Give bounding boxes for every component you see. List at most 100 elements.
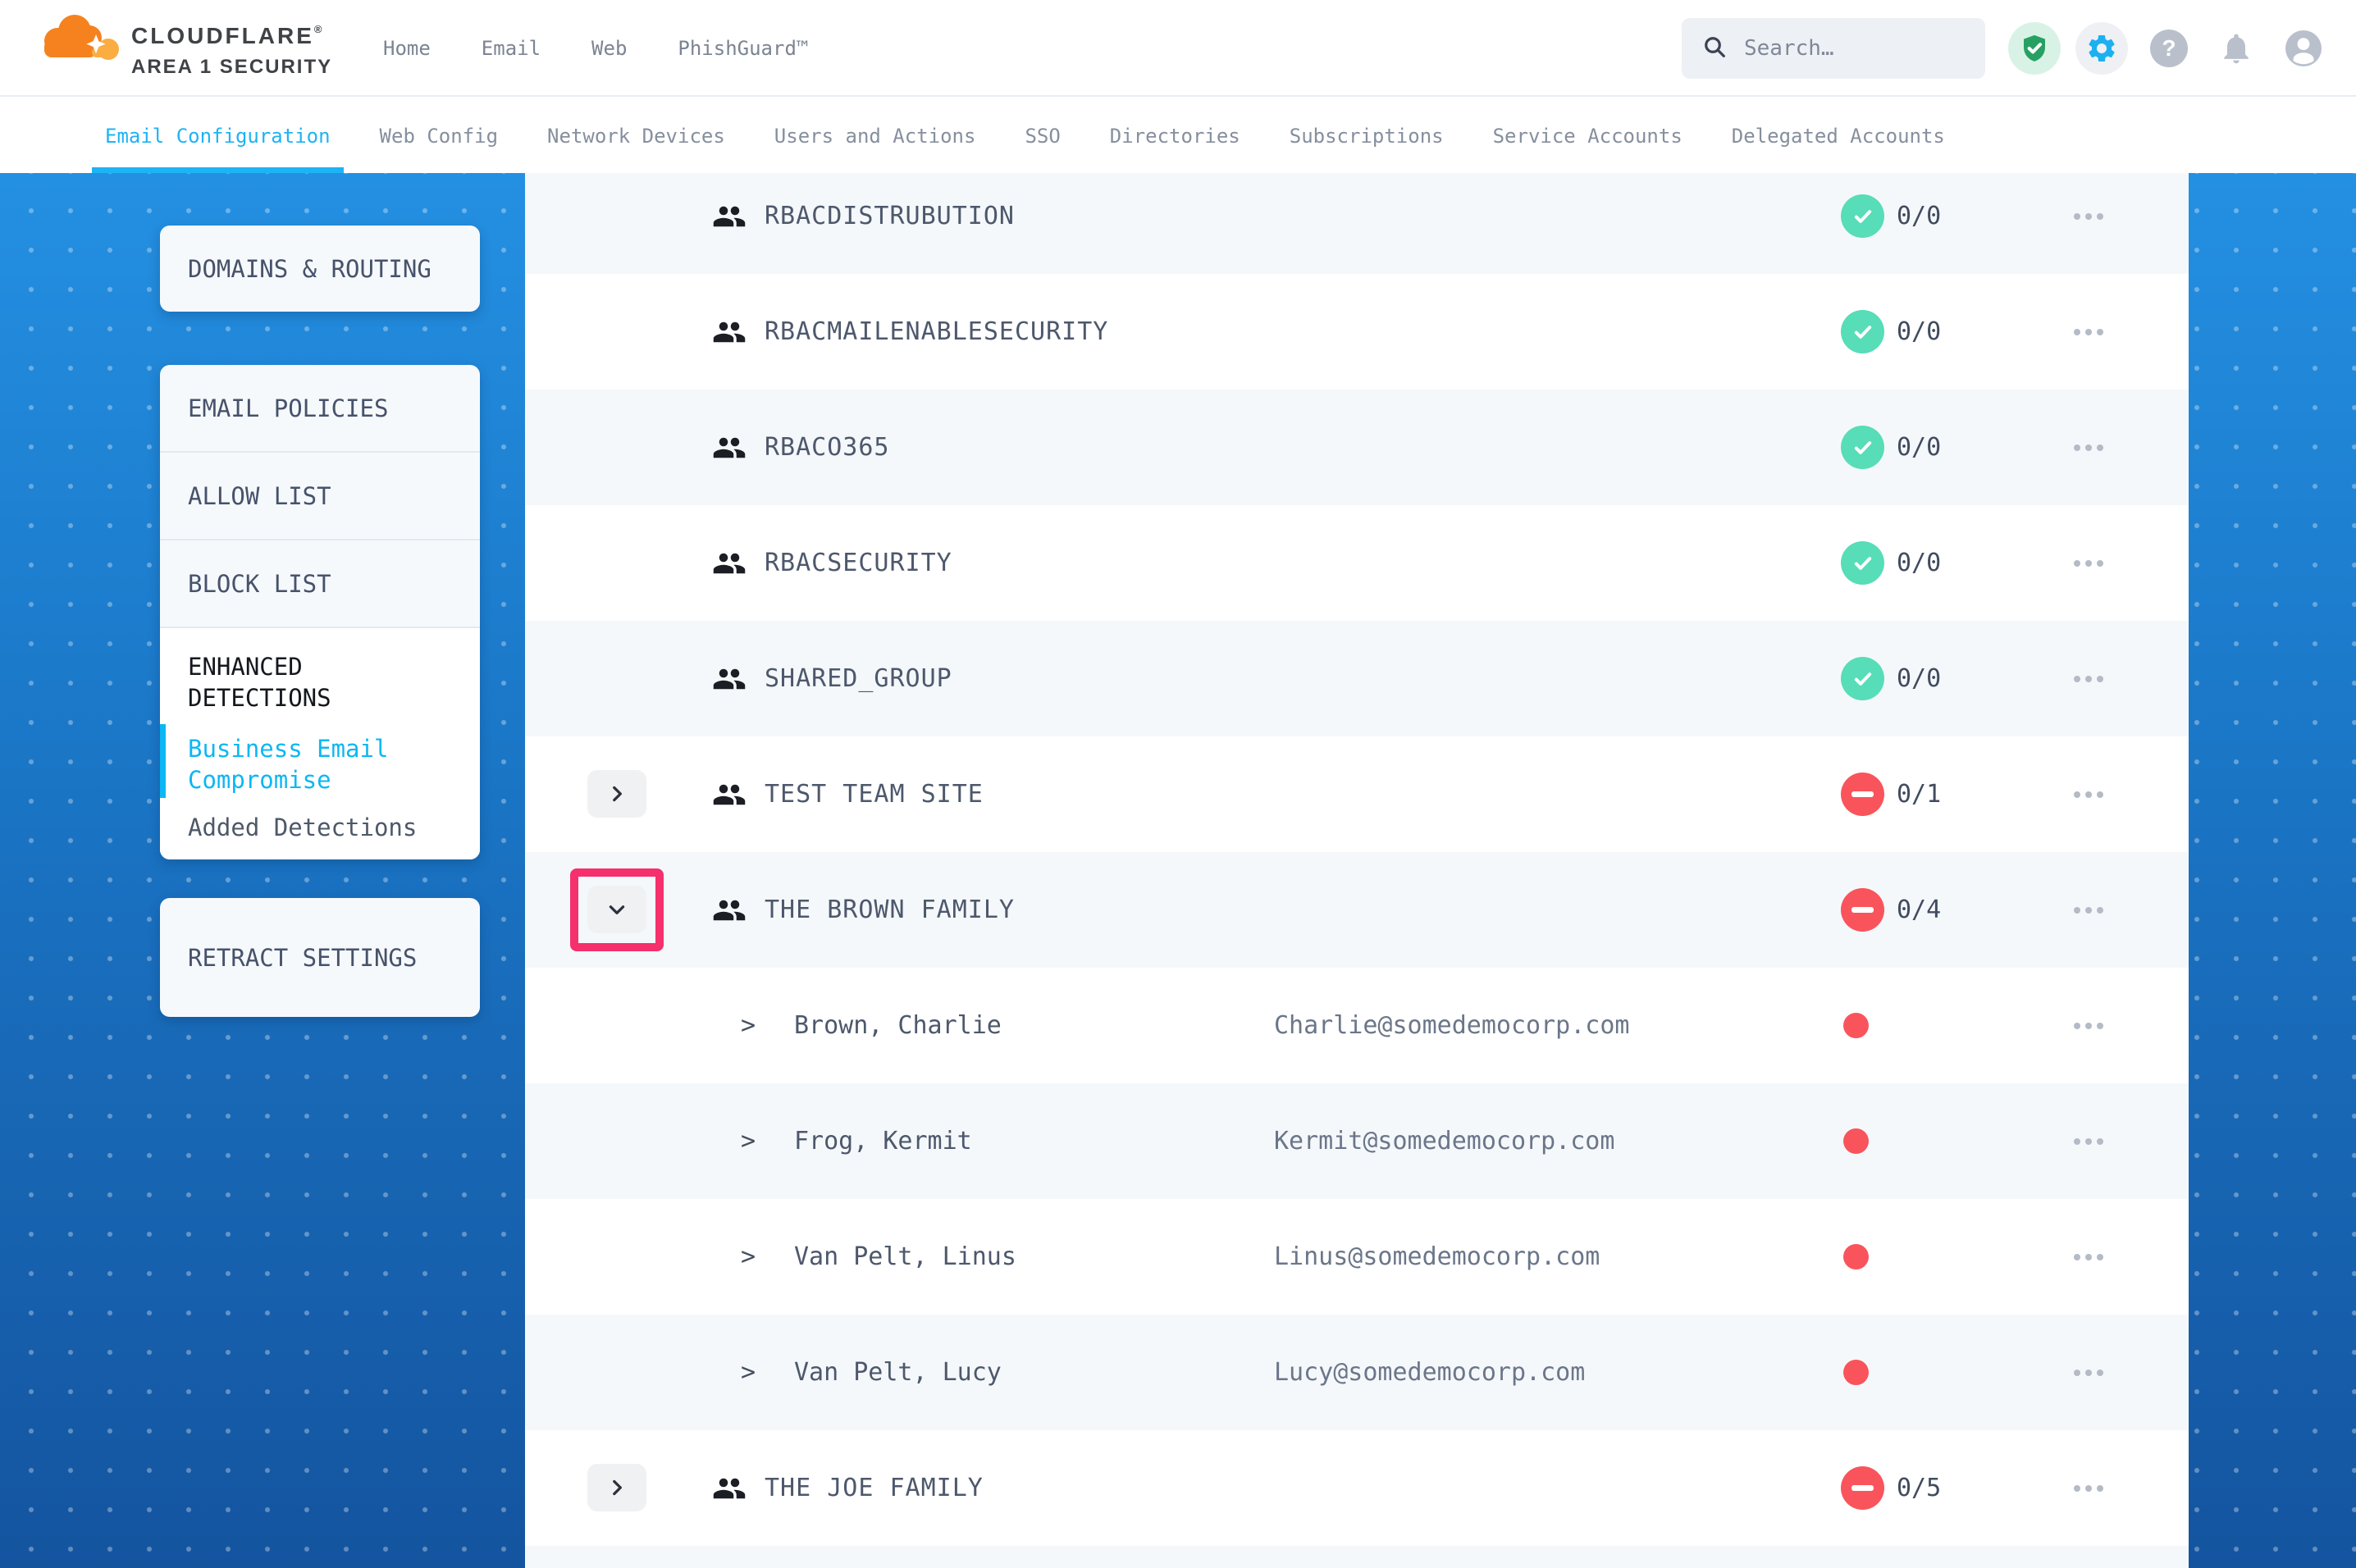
group-name: RBACO365 (765, 390, 890, 505)
brand-subtitle: AREA 1 SECURITY (131, 56, 332, 79)
row-actions-menu-button[interactable] (2074, 1315, 2103, 1430)
member-name: Brown, Charlie (794, 968, 1002, 1083)
sidebar-item-retract-settings[interactable]: RETRACT SETTINGS (160, 898, 480, 1017)
member-row: > Van Pelt, Lucy Lucy@somedemocorp.com (525, 1315, 2189, 1430)
group-name: THE JOE FAMILY (765, 1430, 984, 1546)
row-actions-menu-button[interactable] (2074, 1199, 2103, 1315)
group-row: RBACMAILENABLESECURITY 0/0 (525, 274, 2189, 390)
tab-email-configuration[interactable]: Email Configuration (105, 98, 331, 173)
brand-reg-mark: ® (314, 23, 325, 35)
group-row: THE BROWN FAMILY 0/4 (525, 852, 2189, 968)
member-row: > Brown, Charlie Charlie@somedemocorp.co… (525, 968, 2189, 1083)
group-row: TEST TEAM SITE 0/1 (525, 736, 2189, 852)
enhanced-detections-title[interactable]: ENHANCED DETECTIONS (188, 651, 455, 713)
tab-users-and-actions[interactable]: Users and Actions (774, 98, 976, 173)
sidebar-item-added-detections[interactable]: Added Detections (188, 814, 455, 841)
member-count: 0/0 (1897, 390, 1941, 505)
row-actions-menu-button[interactable] (2074, 1083, 2103, 1199)
row-actions-menu-button[interactable] (2074, 505, 2103, 621)
active-item-indicator-bar (160, 724, 166, 798)
group-people-icon (712, 431, 747, 468)
notifications-bell-icon[interactable] (2210, 22, 2262, 75)
expand-toggle-button[interactable] (587, 770, 646, 818)
account-icon[interactable] (2277, 22, 2330, 75)
tab-sso[interactable]: SSO (1025, 98, 1060, 173)
sidebar-item-domains-routing[interactable]: DOMAINS & ROUTING (160, 226, 480, 312)
nav-home[interactable]: Home (383, 37, 431, 60)
group-name: RBACDISTRUBUTION (765, 173, 1015, 274)
nav-phishguard[interactable]: PhishGuard™ (678, 37, 808, 60)
groups-table-panel: RBACDISTRUBUTION 0/0 RBACMAILENABLESECUR… (525, 173, 2189, 1568)
member-chevron-icon[interactable]: > (741, 1083, 756, 1199)
expand-toggle-button[interactable] (587, 886, 646, 933)
row-actions-menu-button[interactable] (2074, 736, 2103, 852)
group-name: SHARED_GROUP (765, 621, 952, 736)
group-people-icon (712, 546, 747, 584)
secondary-tab-bar: Email Configuration Web Config Network Dev… (0, 98, 2356, 173)
help-question-glyph: ? (2150, 30, 2188, 67)
status-icon (1841, 194, 1884, 238)
row-actions-menu-button[interactable] (2074, 274, 2103, 390)
group-row: RBACDISTRUBUTION 0/0 (525, 173, 2189, 274)
group-name: THE BROWN FAMILY (765, 852, 1015, 968)
row-actions-menu-button[interactable] (2074, 621, 2103, 736)
group-name: RBACMAILENABLESECURITY (765, 274, 1108, 390)
search-box[interactable] (1682, 18, 1985, 79)
tab-directories[interactable]: Directories (1110, 98, 1240, 173)
member-email: Lucy@somedemocorp.com (1274, 1315, 1585, 1430)
sidebar-item-allow-list[interactable]: ALLOW LIST (160, 453, 480, 540)
brand-name: CLOUDFLARE (131, 23, 314, 48)
row-actions-menu-button[interactable] (2074, 1430, 2103, 1546)
domains-routing-label: DOMAINS & ROUTING (188, 255, 431, 283)
blocked-status-dot (1843, 1244, 1869, 1269)
member-email: Kermit@somedemocorp.com (1274, 1083, 1614, 1199)
member-row: > Frog, Kermit Kermit@somedemocorp.com (525, 1083, 2189, 1199)
cloudflare-logo-icon[interactable] (38, 13, 125, 66)
group-row: SHARED_GROUP 0/0 (525, 621, 2189, 736)
tab-network-devices[interactable]: Network Devices (547, 98, 725, 173)
allow-list-label: ALLOW LIST (188, 482, 331, 510)
sidebar-item-business-email-compromise[interactable]: Business Email Compromise (188, 733, 455, 795)
row-actions-menu-button[interactable] (2074, 390, 2103, 505)
group-row: RBACSECURITY 0/0 (525, 505, 2189, 621)
member-count: 0/0 (1897, 173, 1941, 274)
member-chevron-icon[interactable]: > (741, 968, 756, 1083)
status-icon (1841, 773, 1884, 816)
member-count: 0/0 (1897, 505, 1941, 621)
member-count: 0/1 (1897, 736, 1941, 852)
group-name: RBACSECURITY (765, 505, 952, 621)
member-chevron-icon[interactable]: > (741, 1315, 756, 1430)
search-icon (1701, 34, 1728, 63)
tab-subscriptions[interactable]: Subscriptions (1290, 98, 1444, 173)
member-row: > Van Pelt, Linus Linus@somedemocorp.com (525, 1199, 2189, 1315)
expand-toggle-button[interactable] (587, 1464, 646, 1511)
group-table: RBACDISTRUBUTION 0/0 RBACMAILENABLESECUR… (525, 173, 2189, 1568)
member-name: Frog, Kermit (794, 1083, 972, 1199)
member-count: 0/0 (1897, 621, 1941, 736)
nav-web[interactable]: Web (591, 37, 627, 60)
member-count: 0/5 (1897, 1430, 1941, 1546)
member-chevron-icon[interactable]: > (741, 1199, 756, 1315)
member-count: 0/4 (1897, 852, 1941, 968)
security-shield-check-icon[interactable] (2008, 22, 2061, 75)
help-icon[interactable]: ? (2143, 22, 2195, 75)
sidebar-enhanced-detections-section: ENHANCED DETECTIONS Business Email Compr… (160, 628, 480, 859)
status-icon (1841, 426, 1884, 469)
row-actions-menu-button[interactable] (2074, 968, 2103, 1083)
blocked-status-dot (1843, 1360, 1869, 1385)
row-actions-menu-button[interactable] (2074, 173, 2103, 274)
group-row: RBACO365 0/0 (525, 390, 2189, 505)
nav-email[interactable]: Email (482, 37, 541, 60)
tab-delegated-accounts[interactable]: Delegated Accounts (1732, 98, 1945, 173)
settings-gear-icon[interactable] (2075, 22, 2128, 75)
sidebar-item-block-list[interactable]: BLOCK LIST (160, 540, 480, 628)
blocked-status-dot (1843, 1128, 1869, 1154)
sidebar-item-email-policies[interactable]: EMAIL POLICIES (160, 365, 480, 453)
search-input[interactable] (1744, 36, 1966, 61)
group-people-icon (712, 893, 747, 931)
tab-service-accounts[interactable]: Service Accounts (1493, 98, 1683, 173)
row-actions-menu-button[interactable] (2074, 852, 2103, 968)
member-name: Van Pelt, Lucy (794, 1315, 1002, 1430)
member-email: Linus@somedemocorp.com (1274, 1199, 1600, 1315)
tab-web-config[interactable]: Web Config (380, 98, 499, 173)
